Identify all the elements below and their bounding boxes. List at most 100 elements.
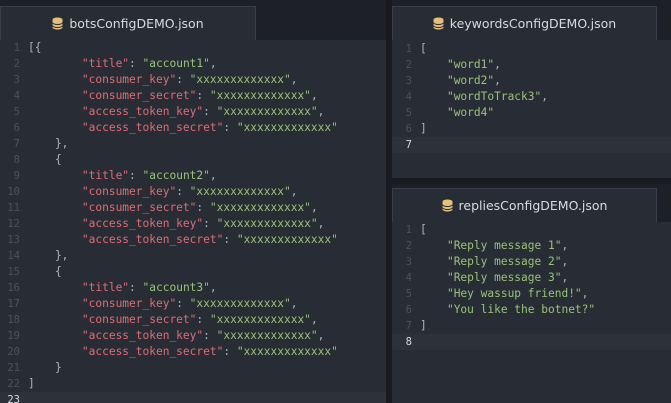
code-line[interactable]: 23 bbox=[0, 392, 386, 403]
code-line[interactable]: 2 "Reply message 1", bbox=[392, 238, 671, 254]
code-line[interactable]: 1[ bbox=[392, 222, 671, 238]
code-line[interactable]: 10 "consumer_key": "xxxxxxxxxxxxx", bbox=[0, 184, 386, 200]
code-line[interactable]: 4 "consumer_secret": "xxxxxxxxxxxxx", bbox=[0, 88, 386, 104]
json-key: "access_token_key" bbox=[81, 217, 204, 230]
code-line[interactable]: 15 { bbox=[0, 264, 386, 280]
json-key: "access_token_key" bbox=[81, 329, 204, 342]
json-string: "xxxxxxxxxxxxx" bbox=[236, 233, 338, 246]
code-line[interactable]: 4 "Reply message 3", bbox=[392, 270, 671, 286]
json-key: "consumer_secret" bbox=[81, 89, 197, 102]
code-line[interactable]: 5 "Hey wassup friend!", bbox=[392, 286, 671, 302]
code-line[interactable]: 22] bbox=[0, 376, 386, 392]
line-number: 2 bbox=[13, 58, 20, 70]
code-text: "word1", bbox=[420, 57, 501, 73]
json-key: "access_token_key" bbox=[81, 105, 204, 118]
json-punctuation: } bbox=[28, 361, 62, 374]
code-editor[interactable]: 1[2 "Reply message 1", 3 "Reply message 2… bbox=[392, 222, 671, 403]
json-punctuation: ] bbox=[28, 377, 35, 390]
code-line[interactable]: 20 "access_token_secret": "xxxxxxxxxxxxx… bbox=[0, 344, 386, 360]
code-line[interactable]: 19 "access_token_key": "xxxxxxxxxxxxx", bbox=[0, 328, 386, 344]
left-editor-pane: botsConfigDEMO.json 1 [{2 "title": "accou… bbox=[0, 0, 386, 403]
code-line[interactable]: 5 "word4" bbox=[392, 105, 671, 121]
json-punctuation: : bbox=[196, 89, 210, 102]
line-number: 5 bbox=[13, 106, 20, 118]
json-punctuation: }, bbox=[28, 249, 69, 262]
json-punctuation: , bbox=[310, 313, 318, 326]
tab-bots-config[interactable]: botsConfigDEMO.json bbox=[0, 6, 256, 40]
line-number: 4 bbox=[405, 272, 412, 284]
code-line[interactable]: 7 }, bbox=[0, 136, 386, 152]
code-line[interactable]: 9 "title": "account2", bbox=[0, 168, 386, 184]
line-number: 7 bbox=[13, 138, 20, 150]
json-key: "consumer_key" bbox=[81, 185, 177, 198]
code-line[interactable]: 1 [{ bbox=[0, 40, 386, 56]
line-number: 7 bbox=[405, 320, 412, 332]
json-punctuation bbox=[28, 57, 82, 70]
json-punctuation bbox=[28, 169, 82, 182]
line-number: 2 bbox=[405, 240, 412, 252]
json-punctuation: ] bbox=[420, 319, 427, 332]
code-line[interactable]: 11 "consumer_secret": "xxxxxxxxxxxxx", bbox=[0, 200, 386, 216]
code-text: [ bbox=[420, 41, 427, 57]
line-number: 3 bbox=[405, 256, 412, 268]
json-punctuation bbox=[420, 287, 447, 300]
code-text: "title": "account1", bbox=[28, 56, 217, 72]
code-line[interactable]: 5 "access_token_key": "xxxxxxxxxxxxx", bbox=[0, 104, 386, 120]
code-text: "consumer_secret": "xxxxxxxxxxxxx", bbox=[28, 312, 318, 328]
tab-label: keywordsConfigDEMO.json bbox=[449, 16, 617, 31]
line-number: 4 bbox=[13, 90, 20, 102]
code-line[interactable]: 6] bbox=[392, 121, 671, 137]
code-line[interactable]: 12 "access_token_key": "xxxxxxxxxxxxx", bbox=[0, 216, 386, 232]
json-string: "account1" bbox=[142, 57, 210, 70]
json-punctuation: , bbox=[317, 217, 325, 230]
json-punctuation: [{ bbox=[28, 41, 42, 54]
code-line[interactable]: 2 "title": "account1", bbox=[0, 56, 386, 72]
code-editor[interactable]: 1[2 "word1", 3 "word2", 4 "wordToTrack3", 5… bbox=[392, 40, 671, 178]
line-number: 6 bbox=[13, 122, 20, 134]
code-line[interactable]: 8 bbox=[392, 334, 671, 350]
tab-keywords-config[interactable]: keywordsConfigDEMO.json bbox=[392, 6, 657, 40]
code-line[interactable]: 13 "access_token_secret": "xxxxxxxxxxxxx… bbox=[0, 232, 386, 248]
json-string: "word2" bbox=[446, 74, 495, 87]
line-number: 8 bbox=[405, 336, 412, 348]
code-line[interactable]: 14 }, bbox=[0, 248, 386, 264]
json-punctuation bbox=[28, 89, 82, 102]
line-number: 1 bbox=[405, 43, 412, 55]
code-line[interactable]: 4 "wordToTrack3", bbox=[392, 89, 671, 105]
code-text: "access_token_secret": "xxxxxxxxxxxxx" bbox=[28, 120, 338, 136]
json-punctuation: }, bbox=[28, 137, 69, 150]
code-text: } bbox=[28, 360, 62, 376]
code-text: "consumer_key": "xxxxxxxxxxxxx", bbox=[28, 184, 298, 200]
code-line[interactable]: 6 "You like the botnet?" bbox=[392, 302, 671, 318]
code-line[interactable]: 3 "word2", bbox=[392, 73, 671, 89]
code-line[interactable]: 2 "word1", bbox=[392, 57, 671, 73]
code-line[interactable]: 1[ bbox=[392, 41, 671, 57]
json-punctuation bbox=[420, 255, 447, 268]
code-editor[interactable]: 1[{2 "title": "account1", 3 "consumer_key… bbox=[0, 40, 386, 403]
code-text: "consumer_key": "xxxxxxxxxxxxx", bbox=[28, 72, 298, 88]
line-number: 6 bbox=[405, 123, 412, 135]
code-line[interactable]: 8 { bbox=[0, 152, 386, 168]
line-number: 21 bbox=[7, 362, 20, 374]
code-line[interactable]: 17 "consumer_key": "xxxxxxxxxxxxx", bbox=[0, 296, 386, 312]
code-line[interactable]: 7 bbox=[392, 137, 671, 153]
json-string: "xxxxxxxxxxxxx" bbox=[209, 89, 311, 102]
code-line[interactable]: 6 "access_token_secret": "xxxxxxxxxxxxx" bbox=[0, 120, 386, 136]
code-text: "access_token_secret": "xxxxxxxxxxxxx" bbox=[28, 344, 338, 360]
json-punctuation: : bbox=[176, 297, 190, 310]
json-punctuation: : bbox=[129, 57, 143, 70]
json-key: "title" bbox=[81, 57, 130, 70]
database-icon bbox=[441, 199, 453, 212]
code-line[interactable]: 21 } bbox=[0, 360, 386, 376]
code-line[interactable]: 16 "title": "account3", bbox=[0, 280, 386, 296]
bottom-right-tab-bar: repliesConfigDEMO.json bbox=[392, 184, 671, 222]
json-punctuation bbox=[420, 271, 447, 284]
code-line[interactable]: 3 "Reply message 2", bbox=[392, 254, 671, 270]
json-punctuation bbox=[28, 281, 82, 294]
line-number: 13 bbox=[7, 234, 20, 246]
code-line[interactable]: 7] bbox=[392, 318, 671, 334]
code-line[interactable]: 18 "consumer_secret": "xxxxxxxxxxxxx", bbox=[0, 312, 386, 328]
code-line[interactable]: 3 "consumer_key": "xxxxxxxxxxxxx", bbox=[0, 72, 386, 88]
code-text: "access_token_key": "xxxxxxxxxxxxx", bbox=[28, 216, 325, 232]
tab-replies-config[interactable]: repliesConfigDEMO.json bbox=[392, 188, 657, 222]
